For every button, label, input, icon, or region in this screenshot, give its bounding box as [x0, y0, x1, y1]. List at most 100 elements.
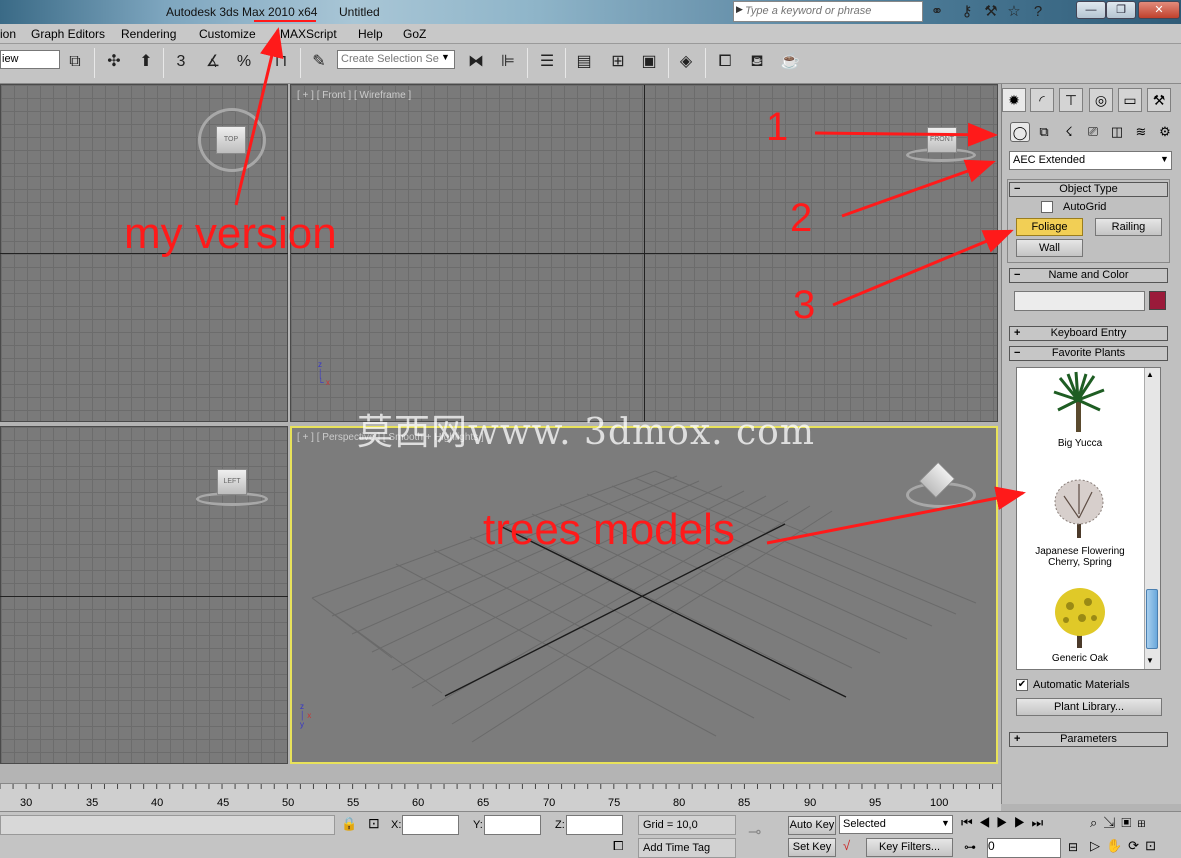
- viewport-navigation-controls[interactable]: ⌕⇲▣⊞: [1090, 815, 1151, 831]
- viewport-navigation-controls[interactable]: ▷✋⟳⊡: [1090, 838, 1162, 854]
- helpers-icon[interactable]: ◫: [1107, 122, 1127, 142]
- key-mode-toggle-icon[interactable]: ⊶: [964, 840, 976, 854]
- pivot-center-icon[interactable]: ⧉: [62, 49, 88, 75]
- chevron-down-icon[interactable]: ▼: [1160, 154, 1169, 164]
- rendered-frame-window-icon[interactable]: ⛾: [744, 49, 770, 75]
- help-icon[interactable]: ?: [1027, 2, 1049, 22]
- render-teapot-icon[interactable]: ☕: [777, 49, 803, 75]
- railing-button[interactable]: Railing: [1095, 218, 1162, 236]
- viewcube-top[interactable]: TOP: [216, 126, 246, 154]
- create-tab-icon[interactable]: ✹: [1002, 88, 1026, 112]
- y-coordinate-input[interactable]: [484, 815, 541, 835]
- named-selection-set-field[interactable]: Create Selection Se: [337, 50, 455, 69]
- plant-name[interactable]: Japanese Flowering Cherry, Spring: [1020, 546, 1140, 568]
- viewcube-front[interactable]: FRONT: [927, 127, 957, 153]
- select-manipulate-icon[interactable]: ✣: [101, 49, 127, 75]
- tools-icon[interactable]: ⚒: [980, 2, 1002, 22]
- systems-icon[interactable]: ⚙: [1155, 122, 1175, 142]
- lock-icon[interactable]: 🔒: [341, 816, 357, 832]
- schematic-view-icon[interactable]: ⊞: [605, 49, 631, 75]
- default-tangent-icon[interactable]: √: [843, 838, 850, 853]
- menu-customize[interactable]: Customize: [199, 27, 256, 41]
- space-warps-icon[interactable]: ≋: [1131, 122, 1151, 142]
- auto-key-button[interactable]: Auto Key: [788, 816, 836, 835]
- scroll-down-icon[interactable]: ▼: [1146, 656, 1154, 665]
- material-editor-checker-icon[interactable]: ◈: [673, 49, 699, 75]
- menu-animation[interactable]: ion: [0, 27, 16, 41]
- percent-snap-icon[interactable]: %: [231, 49, 257, 75]
- keyboard-entry-header[interactable]: + Keyboard Entry: [1009, 326, 1168, 341]
- search-input[interactable]: [745, 2, 921, 20]
- add-time-tag-field[interactable]: Add Time Tag: [638, 838, 736, 858]
- plant-name[interactable]: Generic Oak: [1020, 653, 1140, 664]
- playback-controls[interactable]: ⏮◀▶▶⏭: [961, 815, 1049, 831]
- absolute-mode-icon[interactable]: ⊡: [368, 815, 380, 832]
- scroll-up-icon[interactable]: ▲: [1146, 370, 1154, 379]
- time-configuration-icon[interactable]: ⊟: [1068, 840, 1078, 854]
- object-color-swatch[interactable]: [1149, 291, 1166, 310]
- shapes-icon[interactable]: ⧉: [1034, 122, 1054, 142]
- object-type-header[interactable]: − Object Type: [1009, 182, 1168, 197]
- name-and-color-header[interactable]: − Name and Color: [1009, 268, 1168, 283]
- modify-tab-icon[interactable]: ◜: [1030, 88, 1054, 112]
- align-icon[interactable]: ⊫: [495, 49, 521, 75]
- scroll-thumb[interactable]: [1146, 589, 1158, 649]
- cameras-icon[interactable]: ⎚: [1083, 122, 1103, 142]
- cherry-tree-thumbnail[interactable]: [1052, 478, 1108, 540]
- angle-snap-icon[interactable]: ∡: [200, 49, 226, 75]
- object-name-input[interactable]: [1014, 291, 1145, 311]
- menu-rendering[interactable]: Rendering: [121, 27, 176, 41]
- viewcube-left[interactable]: LEFT: [217, 469, 247, 495]
- viewport-label-front[interactable]: [ + ] [ Front ] [ Wireframe ]: [297, 90, 411, 101]
- favorite-plants-header[interactable]: − Favorite Plants: [1009, 346, 1168, 361]
- current-frame-input[interactable]: 0: [987, 838, 1061, 858]
- menu-goz[interactable]: GoZ: [403, 27, 426, 41]
- category-select[interactable]: AEC Extended: [1009, 151, 1172, 170]
- keyboard-shortcut-override-icon[interactable]: ⬆: [133, 49, 159, 75]
- key-mode-select[interactable]: Selected: [839, 815, 953, 834]
- hierarchy-tab-icon[interactable]: ⊤: [1059, 88, 1083, 112]
- geometry-icon[interactable]: ◯: [1010, 122, 1030, 142]
- display-tab-icon[interactable]: ▭: [1118, 88, 1142, 112]
- foliage-button[interactable]: Foliage: [1016, 218, 1083, 236]
- layer-manager-icon[interactable]: ☰: [534, 49, 560, 75]
- maximize-button[interactable]: ❐: [1106, 1, 1136, 19]
- big-yucca-thumbnail[interactable]: [1048, 370, 1110, 434]
- binoculars-icon[interactable]: ⚭: [926, 2, 948, 22]
- reference-coordinate-select[interactable]: iew: [0, 50, 60, 69]
- x-coordinate-input[interactable]: [402, 815, 459, 835]
- menu-maxscript[interactable]: MAXScript: [280, 27, 337, 41]
- mirror-icon[interactable]: ⧓: [463, 49, 489, 75]
- close-button[interactable]: ✕: [1138, 1, 1180, 19]
- material-editor-icon[interactable]: ▣: [636, 49, 662, 75]
- autogrid-checkbox[interactable]: [1041, 201, 1053, 213]
- edit-named-selection-icon[interactable]: ✎: [306, 49, 332, 75]
- search-expand-icon[interactable]: ▶: [736, 4, 743, 15]
- motion-tab-icon[interactable]: ◎: [1089, 88, 1113, 112]
- plant-library-button[interactable]: Plant Library...: [1016, 698, 1162, 716]
- toolbar-divider: [163, 48, 164, 78]
- parameters-header[interactable]: + Parameters: [1009, 732, 1168, 747]
- utilities-tab-icon[interactable]: ⚒: [1147, 88, 1171, 112]
- menu-help[interactable]: Help: [358, 27, 383, 41]
- generic-oak-thumbnail[interactable]: [1052, 584, 1108, 650]
- key-filters-button[interactable]: Key Filters...: [866, 838, 953, 857]
- render-setup-icon[interactable]: ⧠: [712, 49, 738, 75]
- z-coordinate-input[interactable]: [566, 815, 623, 835]
- chevron-down-icon[interactable]: ▼: [441, 52, 450, 62]
- menu-graph-editors[interactable]: Graph Editors: [31, 27, 105, 41]
- snap-toggle-icon[interactable]: 3: [168, 49, 194, 75]
- set-key-button[interactable]: Set Key: [788, 838, 836, 857]
- key-icon[interactable]: ⚷: [956, 2, 978, 22]
- plant-name[interactable]: Big Yucca: [1020, 438, 1140, 449]
- time-tag-icon[interactable]: ⧠: [613, 838, 623, 854]
- chevron-down-icon[interactable]: ▼: [941, 818, 950, 828]
- lights-icon[interactable]: ☇: [1059, 122, 1079, 142]
- curve-editor-icon[interactable]: ▤: [571, 49, 597, 75]
- wall-button[interactable]: Wall: [1016, 239, 1083, 257]
- key-icon[interactable]: ⊸: [748, 822, 761, 842]
- spinner-snap-icon[interactable]: ⊓: [268, 49, 294, 75]
- star-icon[interactable]: ☆: [1003, 2, 1025, 22]
- automatic-materials-checkbox[interactable]: ✔: [1016, 679, 1028, 691]
- minimize-button[interactable]: —: [1076, 1, 1106, 19]
